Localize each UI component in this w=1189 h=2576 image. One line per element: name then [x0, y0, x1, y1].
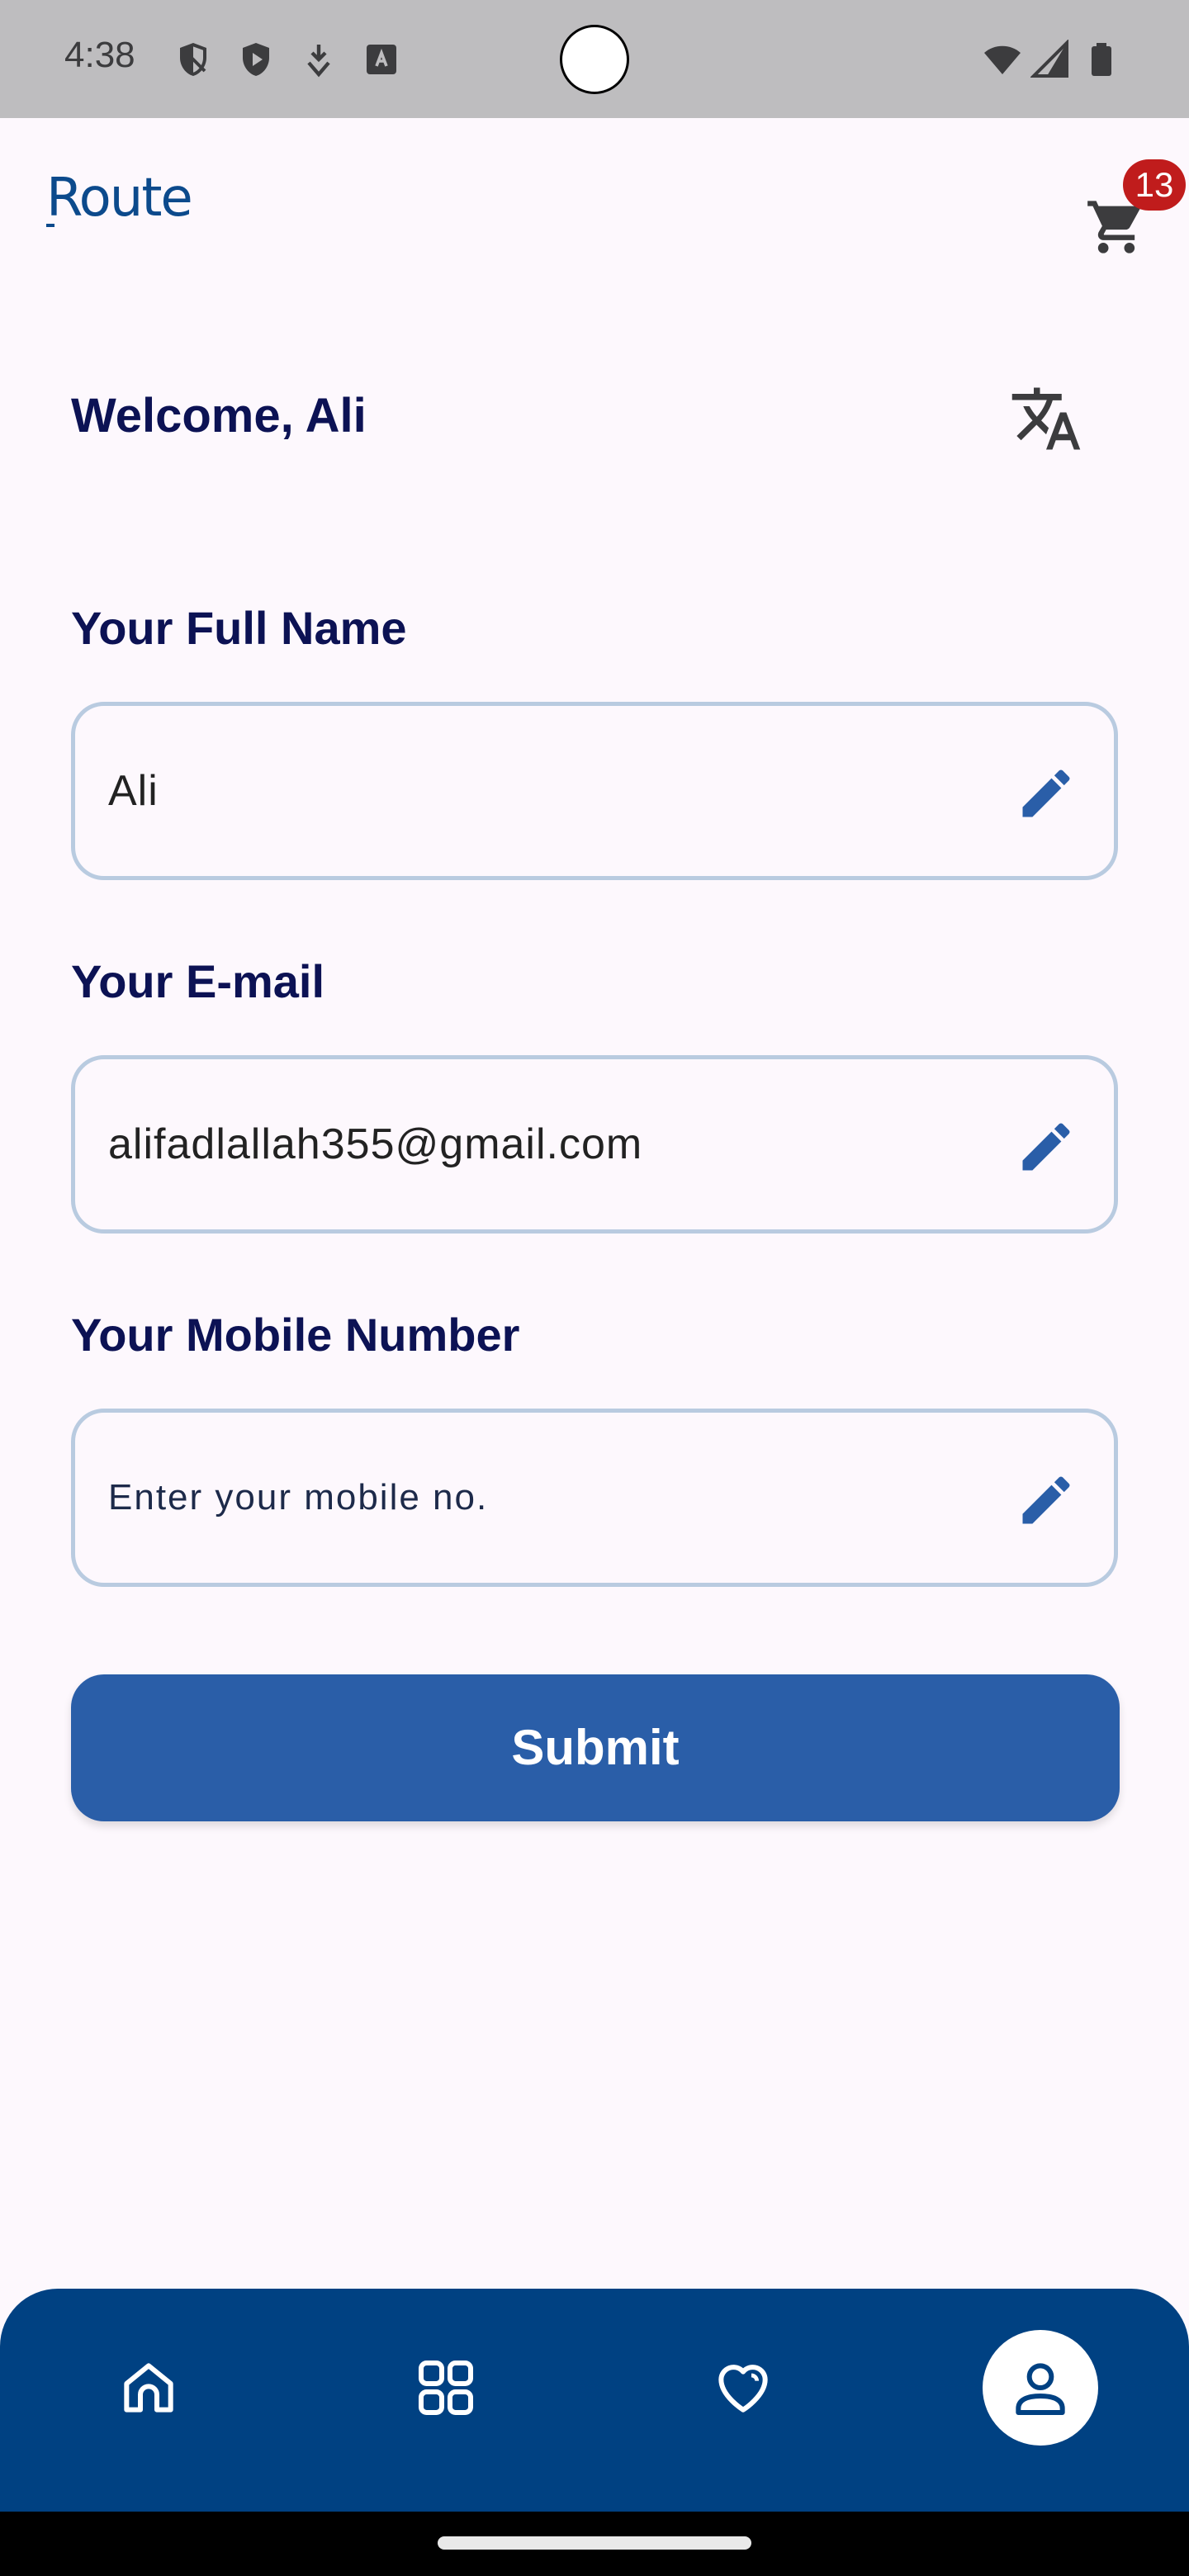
full-name-value: Ali [108, 767, 159, 815]
heart-icon [718, 2365, 768, 2413]
download-icon [307, 45, 330, 78]
translate-icon [1011, 387, 1081, 450]
person-icon [1016, 2363, 1065, 2415]
edit-icon[interactable] [1015, 762, 1078, 825]
nav-home[interactable] [91, 2330, 206, 2446]
shield-icon [180, 43, 206, 76]
status-time: 4:38 [64, 35, 135, 75]
gesture-bar [0, 2512, 1189, 2576]
grid-icon [419, 2361, 473, 2415]
svg-text:Route: Route [46, 168, 192, 229]
mobile-field[interactable]: Enter your mobile no. [71, 1409, 1118, 1587]
home-gesture-pill[interactable] [438, 2536, 751, 2550]
camera-cutout [560, 25, 629, 94]
email-field[interactable]: alifadlallah355@gmail.com [71, 1055, 1118, 1234]
app-header: Route 13 [0, 118, 1189, 283]
battery-icon [1092, 43, 1111, 76]
mobile-placeholder: Enter your mobile no. [108, 1477, 489, 1518]
keyboard-icon [367, 45, 396, 74]
cart-button[interactable]: 13 [1073, 159, 1186, 253]
home-icon [124, 2363, 173, 2413]
signal-icon [1030, 40, 1068, 78]
route-logo: Route [46, 168, 193, 229]
full-name-label: Your Full Name [71, 602, 407, 654]
submit-button[interactable]: Submit [71, 1674, 1120, 1821]
email-value: alifadlallah355@gmail.com [108, 1120, 643, 1168]
wifi-icon [984, 45, 1021, 74]
welcome-heading: Welcome, Ali [71, 389, 367, 443]
translate-button[interactable] [1009, 381, 1083, 456]
bottom-nav [0, 2289, 1189, 2512]
email-label: Your E-mail [71, 955, 325, 1007]
nav-wishlist[interactable] [685, 2330, 801, 2446]
edit-icon[interactable] [1015, 1469, 1078, 1532]
cart-count-badge: 13 [1123, 159, 1186, 211]
nav-profile[interactable] [983, 2330, 1098, 2446]
nav-categories[interactable] [388, 2330, 504, 2446]
full-name-field[interactable]: Ali [71, 702, 1118, 880]
mobile-label: Your Mobile Number [71, 1309, 520, 1361]
play-shield-icon [243, 43, 269, 76]
status-bar: 4:38 [0, 0, 1189, 118]
edit-icon[interactable] [1015, 1115, 1078, 1178]
